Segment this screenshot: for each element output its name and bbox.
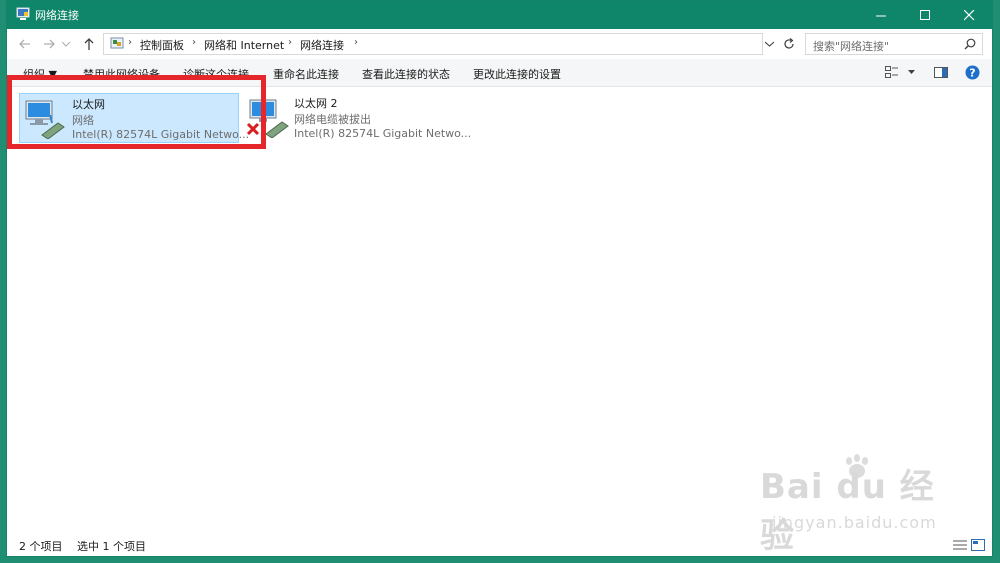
back-button[interactable]: [15, 34, 35, 54]
view-options-icon[interactable]: [885, 66, 899, 79]
network-connections-app-icon: [16, 7, 30, 20]
maximize-icon: [919, 9, 930, 20]
breadcrumb-network-internet[interactable]: 网络和 Internet: [204, 37, 284, 53]
item-count: 2 个项目: [19, 540, 63, 553]
recent-locations-button[interactable]: [59, 34, 73, 54]
forward-arrow-icon: [44, 39, 55, 49]
address-row: › 控制面板 › 网络和 Internet › 网络连接 › 搜索"网络连接": [7, 29, 992, 59]
back-arrow-icon: [19, 39, 30, 49]
search-placeholder: 搜索"网络连接": [813, 40, 890, 53]
chevron-down-icon: [62, 41, 70, 47]
organize-menu[interactable]: 组织 ▼: [23, 66, 57, 82]
breadcrumb-control-panel[interactable]: 控制面板: [140, 37, 184, 53]
details-view-icon[interactable]: [953, 539, 967, 551]
connection-name: 以太网: [72, 98, 105, 111]
title-bar: 网络连接: [7, 1, 992, 29]
connection-status: 网络电缆被拔出: [294, 113, 371, 126]
diagnose-connection-button[interactable]: 诊断这个连接: [183, 66, 249, 82]
refresh-button[interactable]: [779, 34, 799, 54]
adapter-name: Intel(R) 82574L Gigabit Netwo...: [72, 128, 250, 141]
minimize-icon: [875, 15, 886, 16]
svg-text:?: ?: [969, 66, 975, 79]
connection-item-ethernet[interactable]: 以太网 网络 Intel(R) 82574L Gigabit Netwo...: [19, 93, 249, 143]
help-icon[interactable]: ?: [965, 65, 980, 80]
forward-button[interactable]: [39, 34, 59, 54]
selected-count: 选中 1 个项目: [77, 540, 146, 553]
preview-pane-icon[interactable]: [934, 67, 948, 78]
tiles-view-icon[interactable]: [971, 539, 985, 551]
refresh-icon: [784, 38, 794, 49]
network-adapter-icon: [25, 100, 65, 139]
breadcrumb-network-connections[interactable]: 网络连接: [300, 37, 344, 53]
connection-name: 以太网 2: [294, 97, 338, 110]
minimize-button[interactable]: [859, 1, 903, 29]
view-status-button[interactable]: 查看此连接的状态: [362, 66, 450, 82]
window-title: 网络连接: [35, 9, 79, 22]
search-input[interactable]: 搜索"网络连接": [805, 33, 983, 55]
connection-item-ethernet-2[interactable]: 以太网 2 网络电缆被拔出 Intel(R) 82574L Gigabit Ne…: [242, 93, 471, 143]
up-arrow-icon: [84, 38, 94, 50]
search-icon: [964, 38, 976, 50]
maximize-button[interactable]: [903, 1, 947, 29]
disable-device-button[interactable]: 禁用此网络设备: [83, 66, 160, 82]
items-view: 以太网 网络 Intel(R) 82574L Gigabit Netwo... …: [7, 75, 992, 534]
command-bar: 组织 ▼ 禁用此网络设备 诊断这个连接 重命名此连接 查看此连接的状态 更改此连…: [7, 59, 992, 87]
breadcrumb-separator: ›: [288, 37, 292, 48]
explorer-window: 网络连接 › 控制面板 › 网络和 Internet › 网络连接 › 搜索"网…: [6, 0, 993, 557]
connection-status: 网络: [72, 114, 94, 127]
address-bar[interactable]: › 控制面板 › 网络和 Internet › 网络连接 ›: [103, 33, 774, 55]
control-panel-icon: [110, 37, 124, 49]
close-icon: [963, 9, 974, 20]
view-dropdown-icon[interactable]: [908, 70, 915, 75]
close-button[interactable]: [947, 1, 991, 29]
adapter-name: Intel(R) 82574L Gigabit Netwo...: [294, 127, 472, 140]
breadcrumb-separator: ›: [192, 37, 196, 48]
rename-connection-button[interactable]: 重命名此连接: [273, 66, 339, 82]
up-button[interactable]: [79, 34, 99, 54]
status-bar: 2 个项目 选中 1 个项目: [7, 534, 992, 556]
change-settings-button[interactable]: 更改此连接的设置: [473, 66, 561, 82]
address-dropdown-icon[interactable]: [765, 41, 774, 47]
breadcrumb-separator: ›: [354, 37, 358, 48]
network-adapter-disconnected-icon: [246, 99, 289, 138]
breadcrumb-separator: ›: [128, 37, 132, 48]
